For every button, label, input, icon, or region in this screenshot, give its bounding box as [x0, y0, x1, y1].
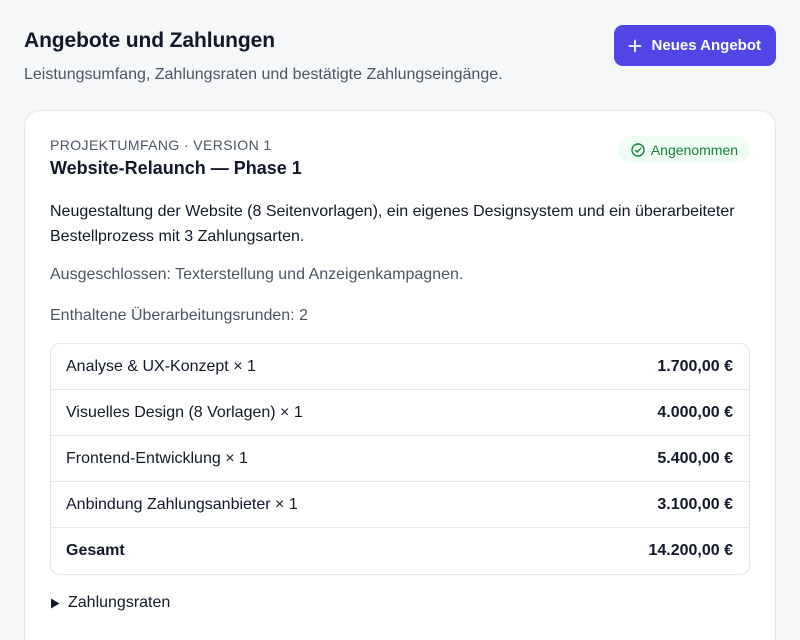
scope-eyebrow: PROJEKTUMFANG · VERSION 1 — [50, 137, 272, 153]
line-item-label: Analyse & UX-Konzept × 1 — [66, 357, 256, 375]
plus-icon — [628, 39, 641, 52]
check-circle-icon — [631, 142, 645, 157]
scope-description: Neugestaltung der Website (8 Seitenvorla… — [50, 203, 735, 245]
total-row: Gesamt 14.200,00 € — [51, 528, 749, 574]
scope-exclusions: Ausgeschlossen: Texterstellung und Anzei… — [50, 266, 464, 283]
line-items-table: Analyse & UX-Konzept × 1 1.700,00 € Visu… — [50, 343, 750, 575]
status-badge: Angenommen — [617, 136, 750, 163]
revision-rounds: Enthaltene Überarbeitungsrunden: 2 — [50, 307, 308, 324]
triangle-right-icon — [51, 598, 60, 608]
line-item-amount: 3.100,00 € — [657, 495, 733, 513]
total-label: Gesamt — [66, 542, 125, 559]
line-item-row: Analyse & UX-Konzept × 1 1.700,00 € — [51, 344, 749, 390]
line-item-row: Visuelles Design (8 Vorlagen) × 1 4.000,… — [51, 390, 749, 436]
offer-title: Website-Relaunch — Phase 1 — [50, 158, 302, 178]
installments-toggle[interactable]: Zahlungsraten — [50, 594, 170, 612]
status-label: Angenommen — [650, 141, 738, 158]
new-offer-button[interactable]: Neues Angebot — [613, 25, 776, 66]
line-item-label: Frontend-Entwicklung × 1 — [66, 449, 248, 467]
new-offer-label: Neues Angebot — [651, 37, 761, 54]
line-item-amount: 4.000,00 € — [657, 403, 733, 421]
line-item-row: Frontend-Entwicklung × 1 5.400,00 € — [51, 436, 749, 482]
page-title: Angebote und Zahlungen — [24, 29, 275, 52]
page: Angebote und Zahlungen Leistungsumfang, … — [0, 0, 800, 640]
line-item-amount: 5.400,00 € — [657, 449, 733, 467]
line-item-label: Visuelles Design (8 Vorlagen) × 1 — [66, 403, 303, 421]
page-subtitle: Leistungsumfang, Zahlungsraten und bestä… — [24, 66, 503, 83]
page-header: Angebote und Zahlungen Leistungsumfang, … — [24, 0, 776, 110]
offer-card: PROJEKTUMFANG · VERSION 1 Website-Relaun… — [24, 110, 776, 640]
line-item-label: Anbindung Zahlungsanbieter × 1 — [66, 495, 298, 513]
total-amount: 14.200,00 € — [648, 542, 733, 559]
line-item-row: Anbindung Zahlungsanbieter × 1 3.100,00 … — [51, 482, 749, 528]
installments-label: Zahlungsraten — [68, 594, 171, 611]
line-item-amount: 1.700,00 € — [657, 357, 733, 375]
